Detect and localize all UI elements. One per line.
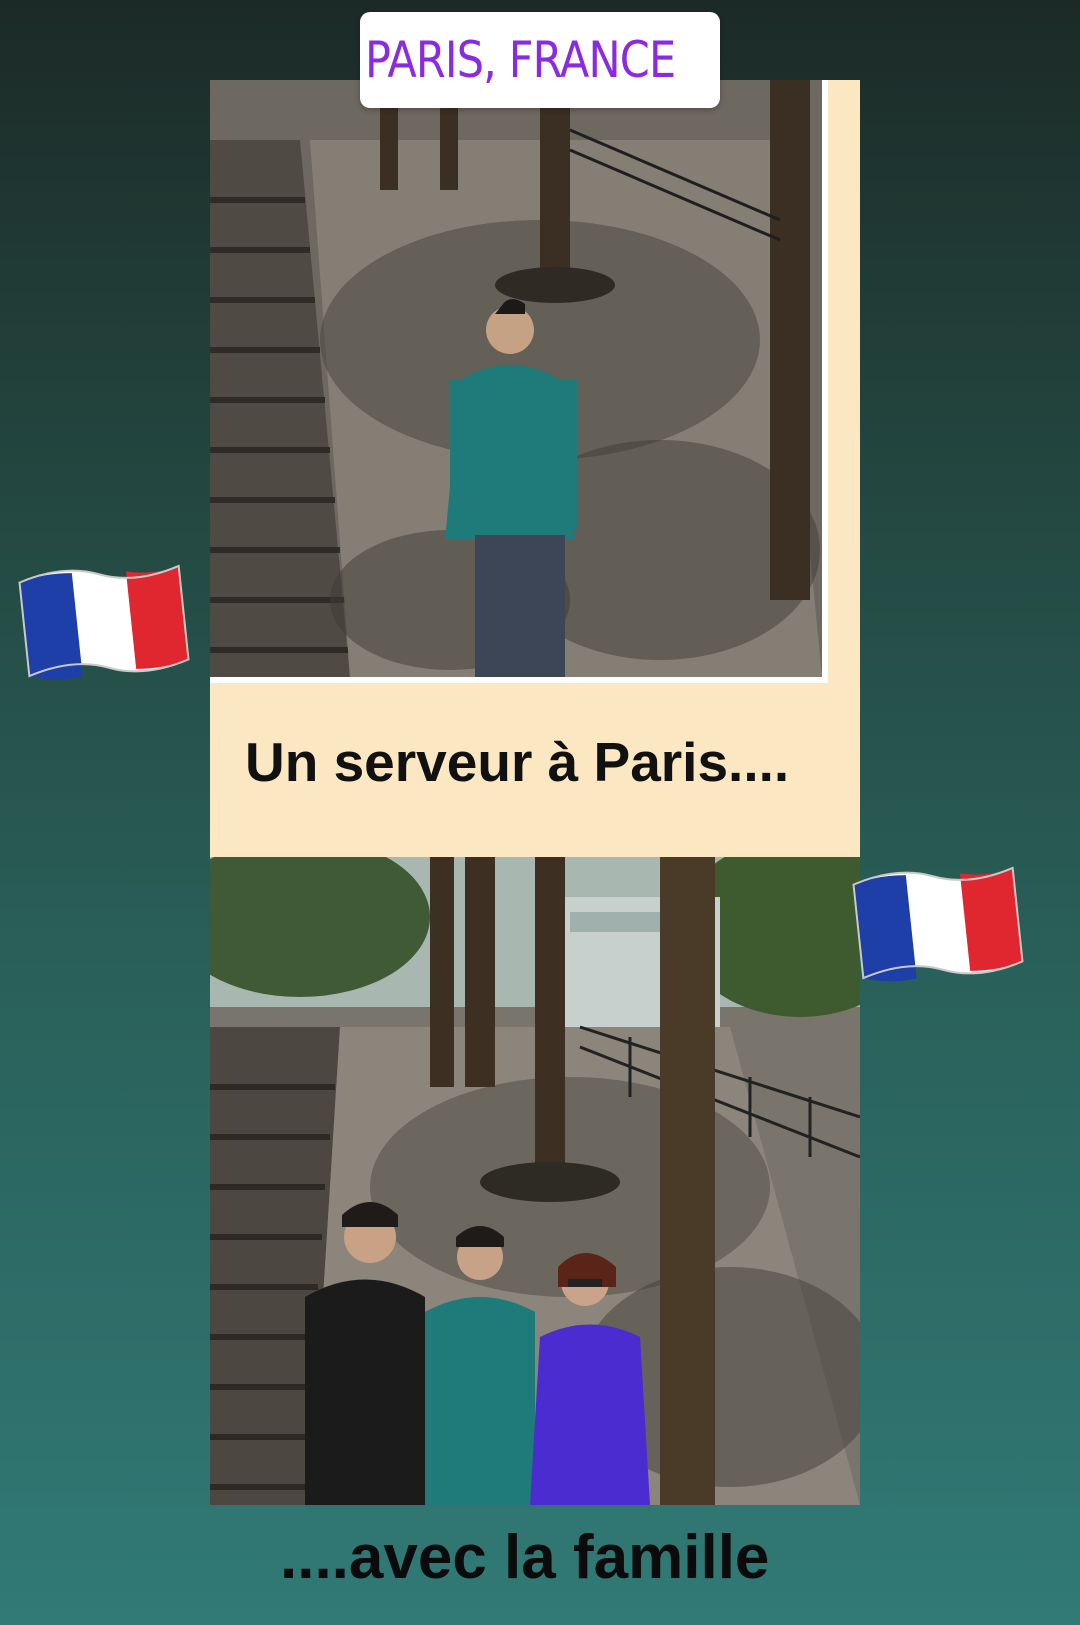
location-label: PARIS, FRANCE [364,31,676,89]
location-sticker[interactable]: PARIS, FRANCE [360,12,720,108]
photo-man-on-stairs [210,80,828,683]
french-flag-icon [852,866,1024,982]
photo-family-on-stairs [210,857,860,1505]
caption-top: Un serveur à Paris.... [245,731,790,793]
french-flag-sticker-left[interactable] [8,547,201,695]
caption-bottom: ....avec la famille [280,1523,770,1592]
french-flag-sticker-right[interactable] [842,849,1035,997]
french-flag-icon [18,564,190,680]
